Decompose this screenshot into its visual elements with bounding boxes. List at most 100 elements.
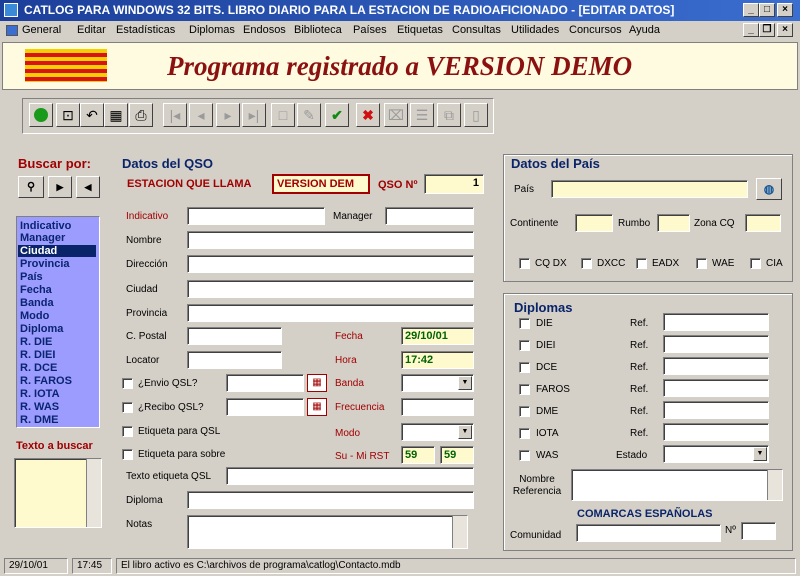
menu-consultas[interactable]: Consultas bbox=[452, 24, 501, 36]
comunidad-field[interactable] bbox=[576, 524, 721, 542]
eadx-checkbox[interactable] bbox=[636, 258, 647, 269]
was-checkbox[interactable] bbox=[519, 450, 530, 461]
search-prev-button[interactable]: ◀ bbox=[76, 176, 100, 198]
modo-select[interactable]: ▼ bbox=[401, 423, 474, 441]
dxcc-checkbox[interactable] bbox=[581, 258, 592, 269]
envio-qsl-checkbox[interactable] bbox=[122, 378, 133, 389]
dce-ref-field[interactable] bbox=[663, 357, 769, 375]
list-item[interactable]: R. DIE bbox=[20, 336, 52, 348]
die-ref-field[interactable] bbox=[663, 313, 769, 331]
estado-select[interactable]: ▼ bbox=[663, 445, 769, 463]
next-record-icon[interactable]: ▸ bbox=[216, 103, 240, 127]
chevron-down-icon[interactable]: ▼ bbox=[458, 425, 472, 439]
menu-endosos[interactable]: Endosos bbox=[243, 24, 286, 36]
grid-icon[interactable]: ▦ bbox=[104, 103, 128, 127]
first-record-icon[interactable]: |◂ bbox=[163, 103, 187, 127]
etiqueta-qsl-checkbox[interactable] bbox=[122, 426, 133, 437]
wae-checkbox[interactable] bbox=[696, 258, 707, 269]
etiqueta-sobre-checkbox[interactable] bbox=[122, 449, 133, 460]
continente-field[interactable] bbox=[575, 214, 613, 232]
diploma-field[interactable] bbox=[187, 491, 474, 509]
zona-cq-field[interactable] bbox=[745, 214, 781, 232]
locator-field[interactable] bbox=[187, 351, 282, 369]
calling-station-field[interactable]: VERSION DEM bbox=[272, 174, 370, 194]
edit-record-icon[interactable]: ✎ bbox=[297, 103, 321, 127]
printer-icon[interactable]: ⎙ bbox=[129, 103, 153, 127]
menu-utilidades[interactable]: Utilidades bbox=[511, 24, 559, 36]
search-text-input[interactable] bbox=[14, 458, 102, 528]
fecha-field[interactable]: 29/10/01 bbox=[401, 327, 474, 345]
last-record-icon[interactable]: ▸| bbox=[242, 103, 266, 127]
globe-icon[interactable]: ◍ bbox=[756, 178, 782, 200]
app-icon[interactable] bbox=[4, 3, 18, 17]
scrollbar[interactable] bbox=[86, 459, 101, 527]
hora-field[interactable]: 17:42 bbox=[401, 351, 474, 369]
ciudad-field[interactable] bbox=[187, 280, 474, 298]
close-button[interactable]: × bbox=[777, 3, 793, 17]
maximize-button[interactable]: □ bbox=[759, 3, 775, 17]
cancel-x-icon[interactable]: ✖ bbox=[356, 103, 380, 127]
list-icon[interactable]: ☰ bbox=[410, 103, 434, 127]
child-restore-button[interactable]: ❐ bbox=[759, 23, 775, 37]
banda-select[interactable]: ▼ bbox=[401, 374, 474, 392]
menu-diplomas[interactable]: Diplomas bbox=[189, 24, 235, 36]
menu-editar[interactable]: Editar bbox=[77, 24, 106, 36]
menu-estadisticas[interactable]: Estadísticas bbox=[116, 24, 175, 36]
undo-icon[interactable]: ↶ bbox=[80, 103, 104, 127]
direccion-field[interactable] bbox=[187, 255, 474, 273]
list-item[interactable]: Manager bbox=[20, 232, 65, 244]
list-item[interactable]: Modo bbox=[20, 310, 49, 322]
numero-field[interactable] bbox=[741, 522, 776, 540]
rst-sent-field[interactable]: 59 bbox=[401, 446, 435, 464]
list-item-selected[interactable]: Ciudad bbox=[18, 245, 96, 257]
search-field-list[interactable]: Indicativo Manager Ciudad Provincia País… bbox=[16, 216, 100, 428]
menu-etiquetas[interactable]: Etiquetas bbox=[397, 24, 443, 36]
calendar-icon[interactable]: ▦ bbox=[307, 398, 327, 416]
calendar-icon[interactable]: ▦ bbox=[307, 374, 327, 392]
provincia-field[interactable] bbox=[187, 304, 474, 322]
chevron-down-icon[interactable]: ▼ bbox=[753, 447, 767, 461]
binoculars-search-button[interactable]: ⚲ bbox=[18, 176, 44, 198]
texto-etiqueta-field[interactable] bbox=[226, 467, 474, 485]
envio-qsl-date-field[interactable] bbox=[226, 374, 304, 392]
menu-biblioteca[interactable]: Biblioteca bbox=[294, 24, 342, 36]
cia-checkbox[interactable] bbox=[750, 258, 761, 269]
accept-check-icon[interactable]: ✔ bbox=[325, 103, 349, 127]
rumbo-field[interactable] bbox=[657, 214, 690, 232]
qso-number-field[interactable]: 1 bbox=[424, 174, 484, 194]
delete-icon[interactable]: ⌧ bbox=[384, 103, 408, 127]
die-checkbox[interactable] bbox=[519, 318, 530, 329]
list-item[interactable]: R. DCE bbox=[20, 362, 57, 374]
indicativo-field[interactable] bbox=[187, 207, 325, 225]
copy-icon[interactable]: ⧉ bbox=[437, 103, 461, 127]
scrollbar[interactable] bbox=[767, 470, 782, 500]
list-item[interactable]: País bbox=[20, 271, 43, 283]
cqdx-checkbox[interactable] bbox=[519, 258, 530, 269]
list-item[interactable]: R. DME bbox=[20, 414, 59, 426]
search-next-button[interactable]: ▶ bbox=[48, 176, 72, 198]
nombre-field[interactable] bbox=[187, 231, 474, 249]
select-icon[interactable]: ⊡ bbox=[56, 103, 80, 127]
recibo-qsl-checkbox[interactable] bbox=[122, 402, 133, 413]
frecuencia-field[interactable] bbox=[401, 398, 474, 416]
rst-received-field[interactable]: 59 bbox=[440, 446, 474, 464]
list-item[interactable]: R. IOTA bbox=[20, 388, 60, 400]
child-close-button[interactable]: × bbox=[777, 23, 793, 37]
chevron-down-icon[interactable]: ▼ bbox=[458, 376, 472, 390]
menu-concursos[interactable]: Concursos bbox=[569, 24, 622, 36]
diei-checkbox[interactable] bbox=[519, 340, 530, 351]
child-minimize-button[interactable]: _ bbox=[743, 23, 759, 37]
book-icon[interactable]: ▯ bbox=[464, 103, 488, 127]
iota-checkbox[interactable] bbox=[519, 428, 530, 439]
list-item[interactable]: R. FAROS bbox=[20, 375, 72, 387]
nombre-referencia-field[interactable] bbox=[571, 469, 783, 501]
list-item[interactable]: Banda bbox=[20, 297, 54, 309]
green-dot-icon[interactable] bbox=[29, 103, 53, 127]
pais-field[interactable] bbox=[551, 180, 748, 198]
iota-ref-field[interactable] bbox=[663, 423, 769, 441]
new-record-icon[interactable]: □ bbox=[271, 103, 295, 127]
notas-field[interactable] bbox=[187, 515, 468, 549]
dme-checkbox[interactable] bbox=[519, 406, 530, 417]
minimize-button[interactable]: _ bbox=[743, 3, 759, 17]
menu-ayuda[interactable]: Ayuda bbox=[629, 24, 660, 36]
